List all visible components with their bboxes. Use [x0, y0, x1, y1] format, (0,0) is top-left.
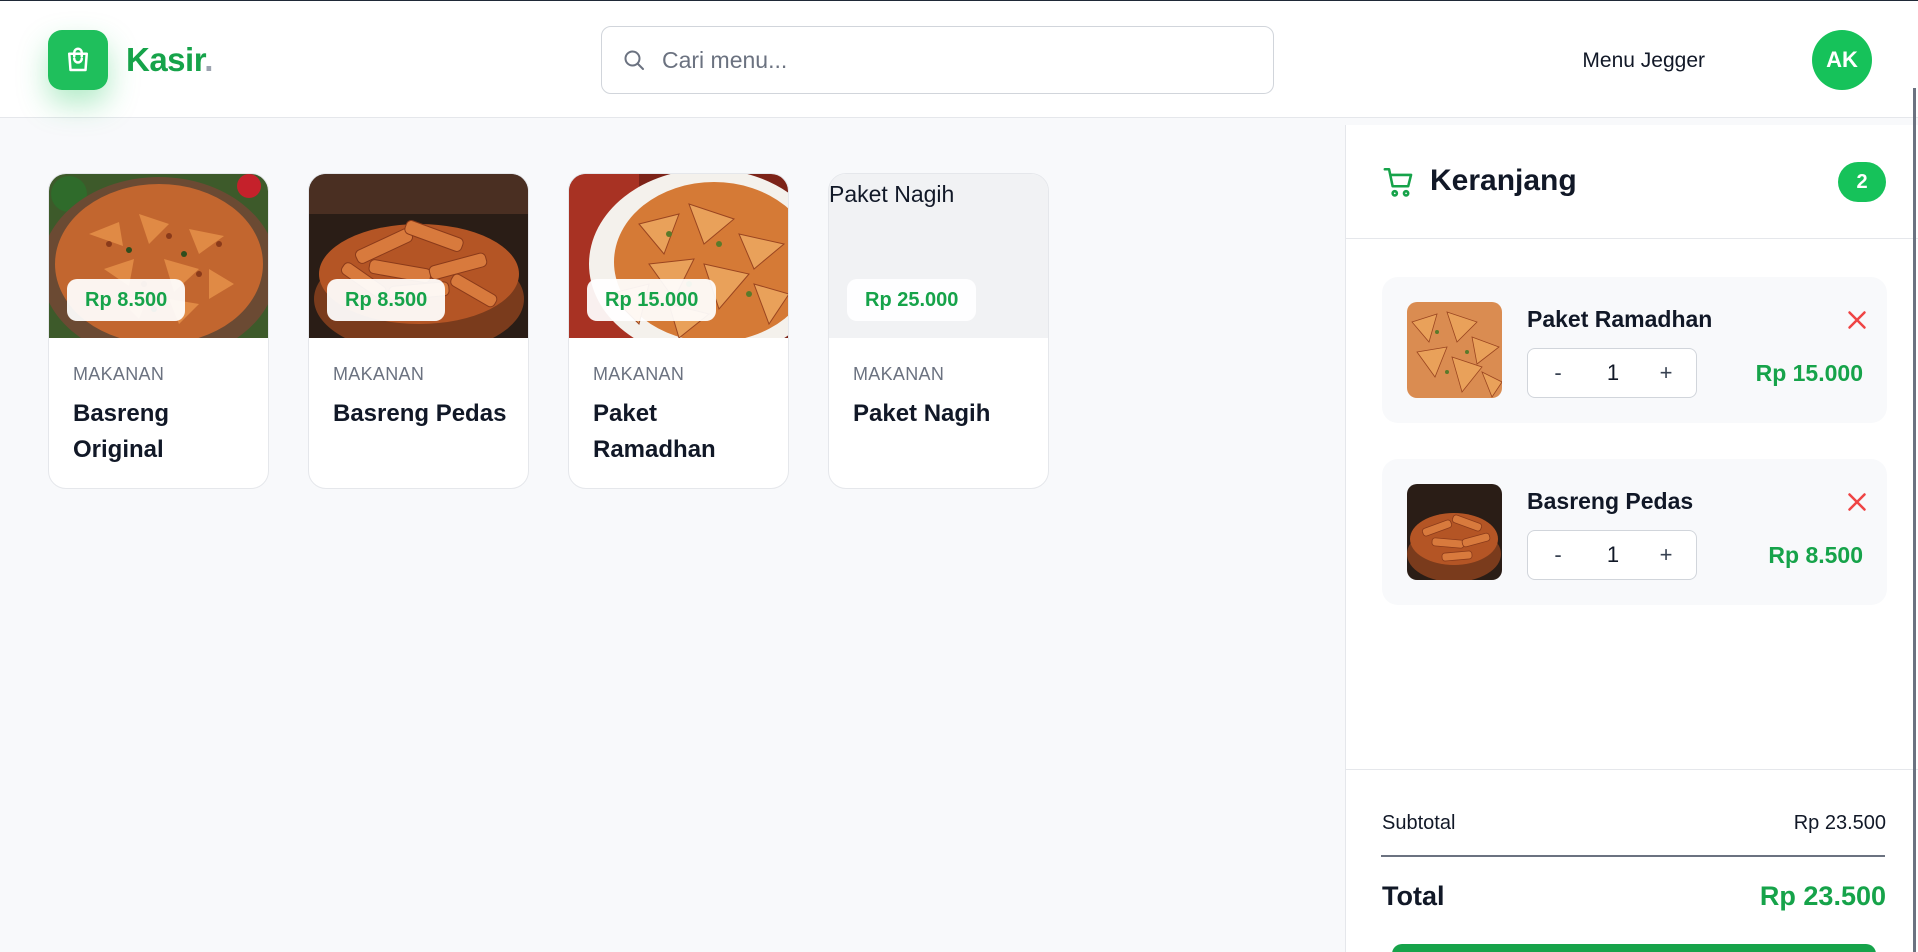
cart-item-image [1407, 302, 1502, 398]
cart-count-badge: 2 [1838, 162, 1886, 202]
price-badge: Rp 8.500 [67, 279, 186, 321]
search-icon [624, 50, 644, 70]
cart-panel: Keranjang 2 Paket Ramadhan - 1 + Rp 15.0… [1345, 125, 1918, 952]
product-card-paket-nagih[interactable]: Paket Nagih Rp 25.000 MAKANAN Paket Nagi… [828, 173, 1049, 489]
search-input[interactable] [662, 27, 1252, 93]
product-image: Rp 15.000 [569, 174, 788, 338]
decrease-quantity-button[interactable]: - [1538, 349, 1578, 397]
quantity-stepper: - 1 + [1527, 530, 1697, 580]
remove-item-button[interactable] [1842, 305, 1872, 335]
image-alt-text: Paket Nagih [829, 181, 955, 207]
product-category: MAKANAN [853, 364, 945, 384]
product-category: MAKANAN [73, 364, 165, 384]
logo-badge [48, 30, 108, 90]
product-image: Rp 8.500 [309, 174, 528, 338]
cart-item-name: Basreng Pedas [1527, 488, 1694, 514]
cart-item: Paket Ramadhan - 1 + Rp 15.000 [1382, 277, 1887, 423]
cart-item-price: Rp 8.500 [1768, 542, 1863, 568]
product-card-basreng-original[interactable]: Rp 8.500 MAKANAN Basreng Original [48, 173, 269, 489]
quantity-value[interactable]: 1 [1583, 349, 1643, 397]
cart-item-price: Rp 15.000 [1755, 360, 1863, 386]
product-category: MAKANAN [593, 364, 685, 384]
product-category: MAKANAN [333, 364, 425, 384]
cart-item-image [1407, 484, 1502, 580]
decrease-quantity-button[interactable]: - [1538, 531, 1578, 579]
increase-quantity-button[interactable]: + [1646, 531, 1686, 579]
product-name: Basreng Pedas [333, 400, 507, 427]
cart-icon [1383, 167, 1413, 197]
close-icon [1848, 311, 1866, 329]
search-box [601, 26, 1274, 94]
product-card-basreng-pedas[interactable]: Rp 8.500 MAKANAN Basreng Pedas [308, 173, 529, 489]
scrollbar[interactable] [1913, 88, 1916, 952]
quantity-stepper: - 1 + [1527, 348, 1697, 398]
price-badge: Rp 8.500 [327, 279, 446, 321]
cart-title: Keranjang [1430, 164, 1577, 197]
quantity-value[interactable]: 1 [1583, 531, 1643, 579]
cart-header: Keranjang 2 [1346, 125, 1918, 239]
price-badge: Rp 25.000 [847, 279, 977, 321]
summary-divider [1381, 855, 1885, 857]
cart-item: Basreng Pedas - 1 + Rp 8.500 [1382, 459, 1887, 605]
shopping-bag-icon [68, 47, 88, 72]
product-name: Basreng Original [73, 400, 170, 463]
top-header: Kasir. Menu Jegger AK [0, 0, 1918, 118]
increase-quantity-button[interactable]: + [1646, 349, 1686, 397]
checkout-button[interactable] [1392, 944, 1876, 952]
subtotal-label: Subtotal [1382, 812, 1456, 834]
total-value: Rp 23.500 [1759, 881, 1886, 911]
remove-item-button[interactable] [1842, 487, 1872, 517]
total-label: Total [1382, 881, 1445, 911]
cart-summary: Subtotal Rp 23.500 Total Rp 23.500 [1346, 769, 1918, 952]
price-badge: Rp 15.000 [587, 279, 717, 321]
product-image-placeholder: Paket Nagih Rp 25.000 [829, 174, 1048, 338]
product-name: Paket Ramadhan [593, 400, 716, 463]
cart-item-name: Paket Ramadhan [1527, 306, 1713, 332]
user-name: Menu Jegger [1582, 49, 1705, 72]
product-card-paket-ramadhan[interactable]: Rp 15.000 MAKANAN Paket Ramadhan [568, 173, 789, 489]
subtotal-value: Rp 23.500 [1793, 812, 1886, 834]
product-name: Paket Nagih [853, 400, 991, 427]
product-image: Rp 8.500 [49, 174, 268, 338]
avatar[interactable]: AK [1812, 30, 1872, 90]
close-icon [1848, 493, 1866, 511]
app-logo-text: Kasir. [126, 41, 213, 78]
